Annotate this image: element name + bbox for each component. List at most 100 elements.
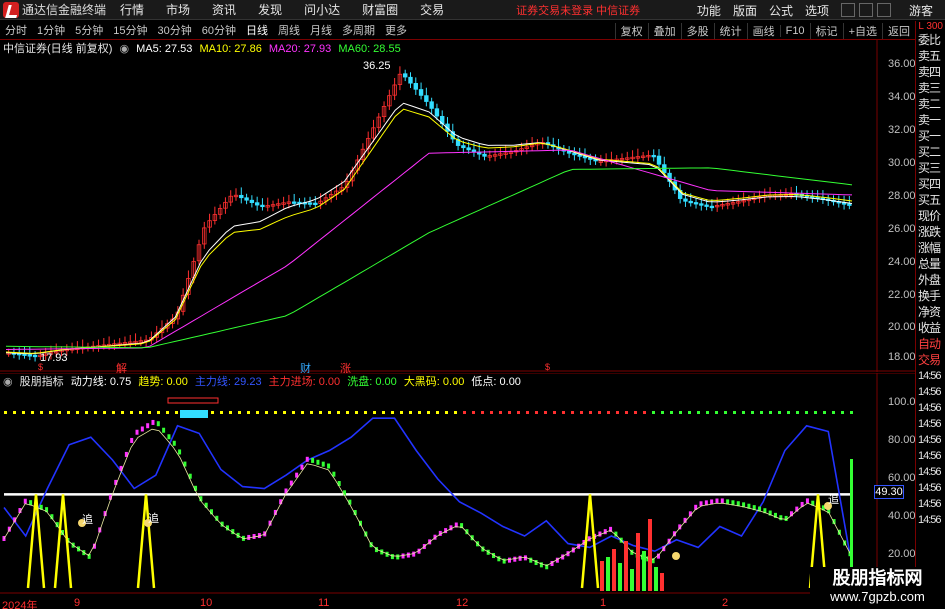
menu-item-options[interactable]: 选项 (805, 2, 829, 19)
side-panel-item[interactable]: 卖三 (916, 80, 945, 96)
oscillator-step (518, 555, 522, 561)
tick-time: 14:56 (918, 370, 942, 382)
histogram-bar (642, 551, 646, 591)
menu-item-formula[interactable]: 公式 (769, 2, 793, 19)
menu-item-news[interactable]: 资讯 (212, 1, 236, 18)
signal-dot (472, 411, 475, 414)
event-marker[interactable]: $ (38, 362, 43, 372)
side-panel-header[interactable]: L 300 (916, 21, 945, 32)
signal-dot (796, 411, 799, 414)
side-panel-item[interactable]: 卖二 (916, 96, 945, 112)
menu-item-discover[interactable]: 发现 (258, 1, 282, 18)
signal-dot (130, 411, 133, 414)
side-panel-item[interactable]: 委比 (916, 32, 945, 48)
side-panel-item[interactable]: 买五 (916, 192, 945, 208)
menu-item-market-quotes[interactable]: 行情 (120, 1, 144, 18)
indicator-chart[interactable]: ◉ 股朋指标 动力线: 0.75 趋势: 0.00 主力线: 29.23 主力进… (0, 373, 916, 609)
tick-time: 14:56 (918, 498, 942, 510)
signal-dot (778, 411, 781, 414)
signal-dot (643, 411, 646, 414)
menu-bar: 通达信金融终端 行情 市场 资讯 发现 问小达 财富圈 交易 证券交易未登录 中… (0, 0, 945, 20)
side-panel-item[interactable]: 总量 (916, 256, 945, 272)
side-panel-item[interactable]: 现价 (916, 208, 945, 224)
adjust-button[interactable]: 复权 (614, 22, 648, 39)
stats-button[interactable]: 统计 (713, 22, 747, 39)
side-panel-item[interactable]: 换手 (916, 288, 945, 304)
candle-body (313, 202, 318, 206)
oscillator-step (130, 437, 134, 443)
signal-dot (697, 411, 700, 414)
chase-signal: 追 (82, 514, 93, 526)
side-panel-item[interactable]: 买二 (916, 144, 945, 160)
signal-dot (13, 411, 16, 414)
overlay-button[interactable]: 叠加 (647, 22, 681, 39)
signal-dot (400, 411, 403, 414)
candle-body (32, 354, 38, 358)
side-panel-item[interactable]: 卖一 (916, 112, 945, 128)
side-panel-item[interactable]: 交易 (916, 352, 945, 368)
side-panel-item[interactable]: 自动 (916, 336, 945, 352)
signal-dot (40, 411, 43, 414)
period-tab-monthly[interactable]: 月线 (308, 22, 334, 38)
back-button[interactable]: 返回 (882, 22, 915, 39)
draw-line-button[interactable]: 画线 (746, 22, 780, 39)
menu-item-function[interactable]: 功能 (697, 2, 721, 19)
y-tick: 18.00 (888, 351, 916, 363)
period-tab-15min[interactable]: 15分钟 (111, 22, 149, 38)
side-panel-item[interactable]: 涨幅 (916, 240, 945, 256)
side-panel-item[interactable]: 涨跌 (916, 224, 945, 240)
histogram-bar (624, 541, 628, 591)
close-button[interactable] (876, 3, 891, 17)
side-panel-item[interactable]: 买三 (916, 160, 945, 176)
side-panel-item[interactable]: 外盘 (916, 272, 945, 288)
side-panel-item[interactable]: 净资 (916, 304, 945, 320)
ma-line-ma5 (5, 102, 853, 355)
side-panel-item[interactable]: 收益 (916, 320, 945, 336)
signal-dot (607, 411, 610, 414)
menu-item-trade[interactable]: 交易 (420, 1, 444, 18)
period-tab-multi[interactable]: 多周期 (340, 22, 377, 38)
menu-item-wealth[interactable]: 财富圈 (362, 1, 398, 18)
signal-dot (4, 411, 7, 414)
period-tab-more[interactable]: 更多 (383, 22, 409, 38)
menu-item-market[interactable]: 市场 (166, 1, 190, 18)
add-watchlist-button[interactable]: +自选 (842, 22, 882, 39)
side-panel-item[interactable]: 卖四 (916, 64, 945, 80)
y-tick: 20.00 (888, 321, 916, 333)
signal-dot (436, 411, 439, 414)
trend-curve (3, 428, 851, 567)
guest-label[interactable]: 游客 (909, 2, 933, 19)
ma-line-ma60 (5, 167, 853, 349)
period-tab-daily[interactable]: 日线 (244, 22, 270, 38)
multi-stock-button[interactable]: 多股 (680, 22, 714, 39)
signal-dot (841, 411, 844, 414)
x-axis-label: 1 (600, 597, 607, 609)
side-panel-item[interactable]: 卖五 (916, 48, 945, 64)
side-panel-item[interactable]: 买四 (916, 176, 945, 192)
event-marker[interactable]: $ (545, 362, 550, 372)
signal-dot (553, 411, 556, 414)
login-notice[interactable]: 证券交易未登录 中信证券 (516, 2, 640, 18)
maximize-button[interactable] (858, 3, 873, 17)
app-logo-icon (3, 1, 19, 18)
signal-dot (229, 411, 232, 414)
signal-dot (157, 411, 160, 414)
kline-chart[interactable]: 中信证券(日线 前复权) ◉ MA5: 27.53 MA10: 27.86 MA… (0, 40, 916, 375)
f10-button[interactable]: F10 (779, 24, 810, 37)
x-axis-label: 2024年 (2, 600, 38, 609)
candle-body (418, 89, 424, 96)
period-tab-1min[interactable]: 1分钟 (35, 22, 67, 38)
menu-item-layout[interactable]: 版面 (733, 2, 757, 19)
side-panel-item[interactable]: 买一 (916, 128, 945, 144)
period-tab-30min[interactable]: 30分钟 (156, 22, 194, 38)
signal-dot (22, 411, 25, 414)
period-tab-timeshare[interactable]: 分时 (3, 22, 29, 38)
period-tab-weekly[interactable]: 周线 (276, 22, 302, 38)
period-tab-5min[interactable]: 5分钟 (73, 22, 105, 38)
candle-body (239, 194, 244, 199)
minimize-button[interactable] (840, 3, 855, 17)
indicator-y-tick: 20.00 (888, 548, 916, 560)
mark-button[interactable]: 标记 (809, 22, 843, 39)
menu-item-ask[interactable]: 问小达 (304, 1, 340, 18)
period-tab-60min[interactable]: 60分钟 (200, 22, 238, 38)
